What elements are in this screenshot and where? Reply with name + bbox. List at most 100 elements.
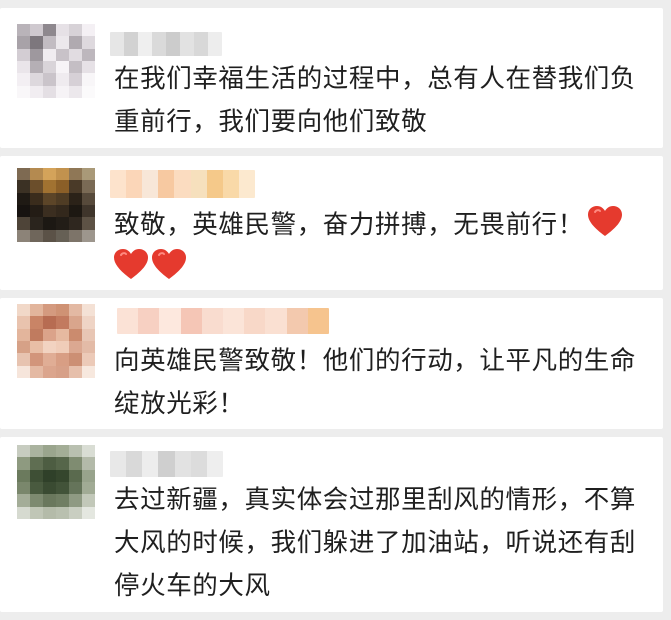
avatar-pixel	[69, 217, 82, 230]
avatar-pixel	[69, 469, 82, 482]
name-pixel	[201, 308, 224, 334]
avatar-pixel	[17, 365, 30, 378]
name-pixel	[174, 170, 191, 198]
avatar-pixel	[43, 168, 56, 181]
name-pixel	[180, 32, 194, 56]
avatar-pixel	[82, 48, 95, 61]
name-pixel	[190, 451, 207, 477]
avatar-pixel	[30, 73, 43, 86]
avatar-pixel	[69, 192, 82, 205]
avatar-pixel	[43, 304, 56, 317]
avatar-pixel	[43, 204, 56, 218]
avatar-pixel	[69, 85, 82, 98]
avatar-pixel	[30, 168, 43, 181]
commenter-name[interactable]	[110, 32, 222, 56]
avatar-pixel	[82, 85, 95, 98]
avatar-pixel	[69, 304, 82, 317]
avatar[interactable]	[17, 445, 95, 519]
avatar-pixel	[43, 48, 56, 61]
avatar-pixel	[69, 48, 82, 61]
avatar-pixel	[43, 328, 56, 341]
avatar-pixel	[82, 457, 95, 470]
avatar-pixel	[82, 24, 95, 37]
avatar-pixel	[56, 48, 69, 61]
name-pixel	[180, 308, 202, 334]
avatar-pixel	[17, 445, 30, 458]
avatar-pixel	[56, 204, 69, 218]
name-pixel	[194, 32, 208, 56]
avatar-pixel	[17, 328, 30, 341]
commenter-name[interactable]	[117, 308, 329, 334]
name-pixel	[208, 32, 222, 56]
avatar-pixel	[43, 457, 56, 470]
name-pixel	[126, 451, 143, 477]
avatar-pixel	[30, 204, 43, 218]
avatar-pixel	[69, 365, 82, 378]
avatar-pixel	[17, 85, 30, 98]
name-pixel	[110, 451, 127, 477]
avatar-pixel	[82, 316, 95, 329]
avatar-pixel	[43, 60, 56, 74]
avatar-pixel	[56, 229, 69, 242]
avatar-pixel	[17, 494, 30, 507]
avatar-pixel	[82, 365, 95, 378]
avatar-pixel	[43, 192, 56, 205]
avatar-pixel	[82, 180, 95, 193]
commenter-name[interactable]	[110, 451, 223, 477]
avatar[interactable]	[17, 168, 95, 242]
commenter-name[interactable]	[110, 170, 255, 198]
avatar-pixel	[17, 457, 30, 470]
avatar-pixel	[69, 73, 82, 86]
avatar-pixel	[69, 168, 82, 181]
name-pixel	[238, 170, 255, 198]
name-pixel	[174, 451, 191, 477]
avatar-pixel	[30, 192, 43, 205]
avatar-pixel	[43, 469, 56, 482]
avatar-pixel	[43, 316, 56, 329]
avatar-pixel	[82, 36, 95, 49]
avatar-pixel	[56, 304, 69, 317]
avatar-pixel	[69, 180, 82, 193]
avatar-pixel	[56, 36, 69, 49]
name-pixel	[159, 308, 181, 334]
avatar-pixel	[17, 192, 30, 205]
avatar[interactable]	[17, 24, 95, 98]
avatar-pixel	[69, 506, 82, 519]
avatar-pixel	[56, 60, 69, 74]
avatar-pixel	[69, 316, 82, 329]
heart-emoji-icon	[152, 249, 186, 280]
name-pixel	[158, 451, 175, 477]
avatar-pixel	[69, 229, 82, 242]
avatar-pixel	[43, 494, 56, 507]
avatar-pixel	[43, 180, 56, 193]
avatar-pixel	[69, 494, 82, 507]
avatar[interactable]	[17, 304, 95, 378]
avatar-pixel	[43, 217, 56, 230]
avatar-pixel	[82, 353, 95, 366]
name-pixel	[265, 308, 287, 334]
avatar-pixel	[82, 192, 95, 205]
avatar-pixel	[30, 316, 43, 329]
avatar-pixel	[30, 469, 43, 482]
comment-card: 在我们幸福生活的过程中，总有人在替我们负重前行，我们要向他们致敬	[0, 8, 663, 148]
avatar-pixel	[56, 192, 69, 205]
avatar-pixel	[30, 353, 43, 366]
comment-text: 致敬，英雄民警，奋力拼搏，无畏前行！	[114, 204, 645, 290]
avatar-pixel	[56, 457, 69, 470]
avatar-pixel	[17, 48, 30, 61]
heart-emoji-icon	[114, 249, 148, 280]
avatar-pixel	[17, 73, 30, 86]
avatar-pixel	[82, 506, 95, 519]
name-pixel	[142, 170, 159, 198]
avatar-pixel	[82, 168, 95, 181]
avatar-pixel	[82, 340, 95, 354]
avatar-pixel	[82, 217, 95, 230]
avatar-pixel	[82, 73, 95, 86]
avatar-pixel	[43, 24, 56, 37]
avatar-pixel	[30, 229, 43, 242]
avatar-pixel	[30, 365, 43, 378]
avatar-pixel	[43, 73, 56, 86]
avatar-pixel	[30, 328, 43, 341]
avatar-pixel	[82, 60, 95, 74]
name-pixel	[138, 308, 160, 334]
